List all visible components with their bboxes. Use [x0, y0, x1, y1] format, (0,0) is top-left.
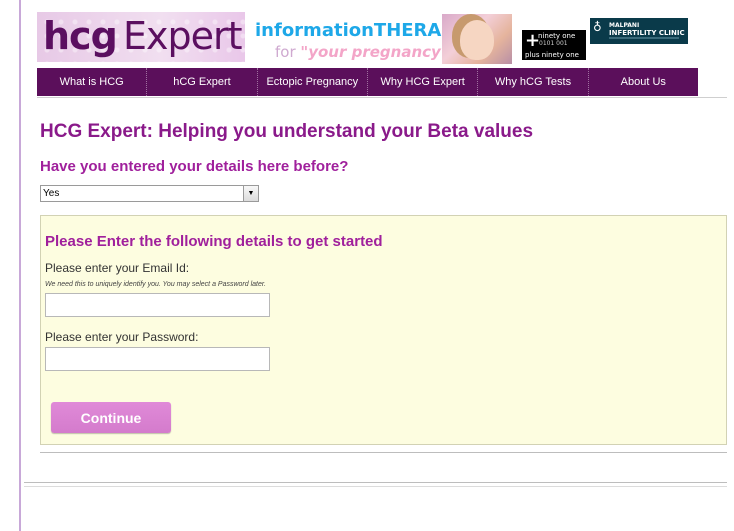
ninety-badge-line2: 0101 001: [539, 40, 568, 47]
login-panel-title: Please Enter the following details to ge…: [45, 233, 383, 250]
nav-item-why-hcg-tests[interactable]: Why hCG Tests: [478, 68, 589, 96]
login-panel: Please Enter the following details to ge…: [40, 215, 727, 445]
information-therapy-title: informationTHERAPY: [255, 20, 468, 41]
nav-item-what-is-hcg[interactable]: What is HCG: [37, 68, 148, 96]
nav-divider: [37, 97, 727, 98]
main-nav: What is HCG hCG Expert Ectopic Pregnancy…: [37, 68, 698, 96]
nav-item-hcg-expert[interactable]: hCG Expert: [147, 68, 258, 96]
hcgexpert-logo[interactable]: hcg Expert: [37, 12, 245, 62]
returning-user-question: Have you entered your details here befor…: [40, 158, 349, 175]
malpani-badge-line1: MALPANI: [609, 22, 640, 29]
left-border: [19, 0, 21, 531]
malpani-badge-line2: INFERTILITY CLINIC: [609, 29, 685, 37]
page-title: HCG Expert: Helping you understand your …: [40, 121, 534, 142]
malpani-clinic-badge[interactable]: ♁ MALPANI INFERTILITY CLINIC: [590, 18, 688, 44]
returning-user-select[interactable]: Yes ▼: [40, 185, 259, 202]
chevron-down-icon[interactable]: ▼: [243, 186, 258, 201]
nav-item-why-hcg-expert[interactable]: Why HCG Expert: [368, 68, 479, 96]
footer-divider-shadow: [24, 486, 727, 487]
select-value: Yes: [43, 188, 60, 199]
ninety-one-badge[interactable]: + ninety one 0101 001 plus ninety one: [522, 30, 586, 60]
continue-button[interactable]: Continue: [51, 402, 171, 433]
email-hint: We need this to uniquely identify you. Y…: [45, 281, 266, 288]
tagline-for-text: for: [275, 43, 301, 61]
malpani-logo-icon: ♁: [593, 20, 602, 34]
tagline-emphasis: "your pregnancy": [300, 43, 449, 61]
malpani-fine-print: [609, 37, 679, 39]
email-label: Please enter your Email Id:: [45, 261, 190, 275]
nav-item-about-us[interactable]: About Us: [589, 68, 698, 96]
logo-expert-text: Expert: [123, 14, 243, 58]
ninety-badge-line3: plus ninety one: [525, 51, 579, 59]
password-label: Please enter your Password:: [45, 330, 199, 344]
logo-hcg-text: hcg: [43, 14, 118, 58]
woman-photo: [442, 14, 512, 64]
content-divider: [40, 452, 727, 453]
footer-divider: [24, 482, 727, 483]
ninety-badge-line1: ninety one: [538, 32, 576, 40]
nav-item-ectopic-pregnancy[interactable]: Ectopic Pregnancy: [258, 68, 368, 96]
email-field[interactable]: [45, 293, 270, 317]
pregnancy-tagline: for "your pregnancy": [275, 43, 449, 61]
password-field[interactable]: [45, 347, 270, 371]
